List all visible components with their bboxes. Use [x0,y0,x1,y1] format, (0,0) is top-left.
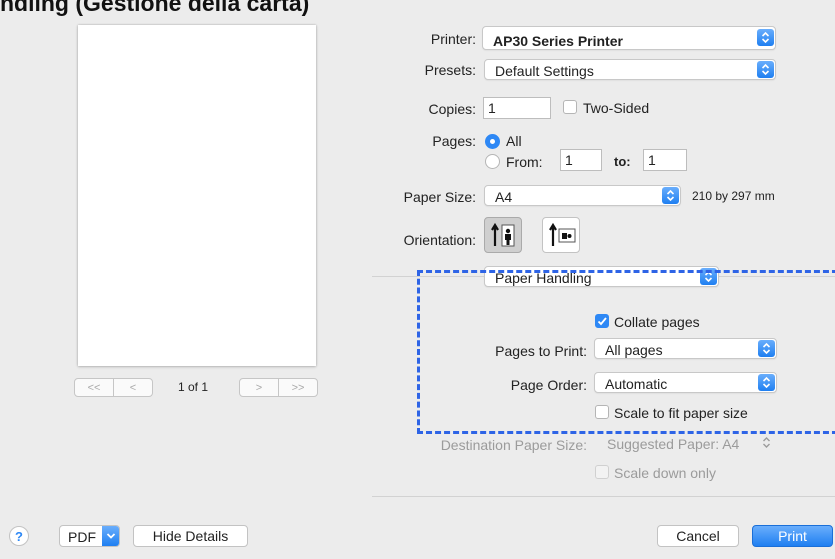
pdf-menu-button[interactable]: PDF [59,525,120,547]
pages-to-print-value: All pages [605,342,663,358]
presets-popup[interactable]: Default Settings [484,59,776,80]
copies-label: Copies: [428,101,476,117]
pages-to-label: to: [614,154,631,169]
paper-size-popup[interactable]: A4 [484,185,681,206]
pages-label: Pages: [432,133,476,149]
next-page-icon[interactable]: > [240,379,278,396]
stepper-icon [758,434,775,451]
scale-to-fit-checkbox[interactable] [595,405,609,419]
pdf-label: PDF [68,529,96,545]
copies-field[interactable]: 1 [483,97,551,119]
scale-to-fit-label: Scale to fit paper size [614,405,748,421]
destination-paper-size-popup[interactable]: Suggested Paper: A4 [597,432,777,453]
stepper-icon [758,340,775,357]
pages-from-radio[interactable] [485,154,500,169]
portrait-icon [491,222,515,247]
last-page-icon[interactable]: >> [278,379,317,396]
page-order-popup[interactable]: Automatic [594,372,777,393]
page-count: 1 of 1 [178,380,209,394]
stepper-icon [757,29,774,46]
scale-down-only-checkbox[interactable] [595,465,609,479]
scale-down-only-label: Scale down only [614,465,716,481]
pages-from-label: From: [506,154,543,170]
paper-dimensions: 210 by 297 mm [692,189,775,203]
orientation-portrait-button[interactable] [484,217,522,253]
pager-forward-group[interactable]: > >> [239,378,318,397]
pages-to-print-label: Pages to Print: [495,343,587,359]
presets-label: Presets: [424,62,476,78]
orientation-landscape-button[interactable] [542,217,580,253]
cancel-button[interactable]: Cancel [657,525,739,547]
landscape-icon [549,222,576,246]
pages-all-label: All [506,133,522,149]
chevron-down-icon [102,526,119,546]
hide-details-button[interactable]: Hide Details [133,525,248,547]
print-button[interactable]: Print [752,525,833,547]
two-sided-checkbox[interactable] [563,100,577,114]
stepper-icon [662,187,679,204]
pages-all-radio[interactable] [485,134,500,149]
print-preview [78,25,316,366]
pager-back-group[interactable]: << < [74,378,153,397]
two-sided-label: Two-Sided [583,100,650,116]
printer-value: AP30 Series Printer [493,33,623,49]
pages-to-field[interactable]: 1 [643,149,687,171]
checkmark-icon [597,317,607,326]
stepper-icon [758,374,775,391]
collate-label: Collate pages [614,314,700,330]
page-order-value: Automatic [605,376,668,392]
page-title: ndling (Gestione della carta) [0,0,310,16]
pages-to-print-popup[interactable]: All pages [594,338,777,359]
paper-size-label: Paper Size: [403,189,476,205]
stepper-icon [757,61,774,78]
pages-from-field[interactable]: 1 [560,149,602,171]
help-button[interactable]: ? [9,526,29,546]
page-order-label: Page Order: [510,377,587,393]
collate-checkbox[interactable] [595,314,609,328]
paper-size-value: A4 [495,189,513,205]
printer-popup[interactable]: AP30 Series Printer [482,26,776,50]
first-page-icon[interactable]: << [75,379,113,396]
orientation-label: Orientation: [403,232,476,248]
destination-paper-size-value: Suggested Paper: A4 [607,436,740,452]
previous-page-icon[interactable]: < [113,379,152,396]
help-icon: ? [15,528,23,544]
destination-paper-size-label: Destination Paper Size: [440,437,587,453]
divider [372,496,835,497]
presets-value: Default Settings [495,63,594,79]
printer-label: Printer: [430,31,476,47]
